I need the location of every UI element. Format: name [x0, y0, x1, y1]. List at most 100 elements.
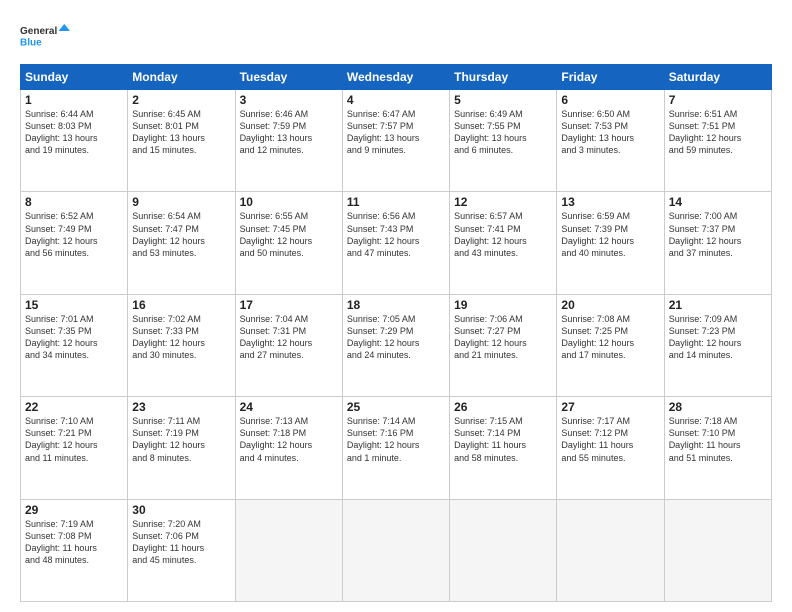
day-info: Sunrise: 6:51 AM Sunset: 7:51 PM Dayligh… — [669, 108, 767, 157]
day-number: 9 — [132, 195, 230, 209]
day-number: 24 — [240, 400, 338, 414]
day-number: 26 — [454, 400, 552, 414]
day-number: 7 — [669, 93, 767, 107]
calendar-cell: 22Sunrise: 7:10 AM Sunset: 7:21 PM Dayli… — [21, 397, 128, 499]
day-number: 14 — [669, 195, 767, 209]
day-number: 28 — [669, 400, 767, 414]
calendar-cell: 21Sunrise: 7:09 AM Sunset: 7:23 PM Dayli… — [664, 294, 771, 396]
day-info: Sunrise: 7:19 AM Sunset: 7:08 PM Dayligh… — [25, 518, 123, 567]
calendar-cell: 4Sunrise: 6:47 AM Sunset: 7:57 PM Daylig… — [342, 90, 449, 192]
day-number: 5 — [454, 93, 552, 107]
col-header-tuesday: Tuesday — [235, 65, 342, 90]
calendar-cell — [342, 499, 449, 601]
calendar-cell: 11Sunrise: 6:56 AM Sunset: 7:43 PM Dayli… — [342, 192, 449, 294]
calendar-cell: 29Sunrise: 7:19 AM Sunset: 7:08 PM Dayli… — [21, 499, 128, 601]
logo: General Blue — [20, 16, 70, 56]
col-header-friday: Friday — [557, 65, 664, 90]
calendar-cell: 1Sunrise: 6:44 AM Sunset: 8:03 PM Daylig… — [21, 90, 128, 192]
day-number: 6 — [561, 93, 659, 107]
calendar-cell: 25Sunrise: 7:14 AM Sunset: 7:16 PM Dayli… — [342, 397, 449, 499]
calendar-cell — [235, 499, 342, 601]
col-header-monday: Monday — [128, 65, 235, 90]
day-info: Sunrise: 7:17 AM Sunset: 7:12 PM Dayligh… — [561, 415, 659, 464]
calendar-cell: 17Sunrise: 7:04 AM Sunset: 7:31 PM Dayli… — [235, 294, 342, 396]
day-info: Sunrise: 7:01 AM Sunset: 7:35 PM Dayligh… — [25, 313, 123, 362]
day-info: Sunrise: 7:13 AM Sunset: 7:18 PM Dayligh… — [240, 415, 338, 464]
day-number: 13 — [561, 195, 659, 209]
day-number: 20 — [561, 298, 659, 312]
calendar-cell: 9Sunrise: 6:54 AM Sunset: 7:47 PM Daylig… — [128, 192, 235, 294]
calendar-cell: 16Sunrise: 7:02 AM Sunset: 7:33 PM Dayli… — [128, 294, 235, 396]
calendar-header-row: SundayMondayTuesdayWednesdayThursdayFrid… — [21, 65, 772, 90]
day-info: Sunrise: 6:46 AM Sunset: 7:59 PM Dayligh… — [240, 108, 338, 157]
svg-text:General: General — [20, 26, 57, 37]
logo-svg: General Blue — [20, 16, 70, 56]
calendar-cell: 20Sunrise: 7:08 AM Sunset: 7:25 PM Dayli… — [557, 294, 664, 396]
day-number: 30 — [132, 503, 230, 517]
day-info: Sunrise: 6:57 AM Sunset: 7:41 PM Dayligh… — [454, 210, 552, 259]
calendar-cell: 26Sunrise: 7:15 AM Sunset: 7:14 PM Dayli… — [450, 397, 557, 499]
calendar-cell: 7Sunrise: 6:51 AM Sunset: 7:51 PM Daylig… — [664, 90, 771, 192]
day-info: Sunrise: 6:54 AM Sunset: 7:47 PM Dayligh… — [132, 210, 230, 259]
day-info: Sunrise: 6:45 AM Sunset: 8:01 PM Dayligh… — [132, 108, 230, 157]
day-number: 16 — [132, 298, 230, 312]
calendar-cell: 13Sunrise: 6:59 AM Sunset: 7:39 PM Dayli… — [557, 192, 664, 294]
day-number: 11 — [347, 195, 445, 209]
calendar-cell: 8Sunrise: 6:52 AM Sunset: 7:49 PM Daylig… — [21, 192, 128, 294]
calendar-cell: 15Sunrise: 7:01 AM Sunset: 7:35 PM Dayli… — [21, 294, 128, 396]
day-number: 18 — [347, 298, 445, 312]
day-number: 23 — [132, 400, 230, 414]
day-info: Sunrise: 7:09 AM Sunset: 7:23 PM Dayligh… — [669, 313, 767, 362]
day-number: 21 — [669, 298, 767, 312]
calendar-cell: 5Sunrise: 6:49 AM Sunset: 7:55 PM Daylig… — [450, 90, 557, 192]
calendar-week-1: 1Sunrise: 6:44 AM Sunset: 8:03 PM Daylig… — [21, 90, 772, 192]
day-info: Sunrise: 7:11 AM Sunset: 7:19 PM Dayligh… — [132, 415, 230, 464]
day-number: 29 — [25, 503, 123, 517]
calendar-cell: 6Sunrise: 6:50 AM Sunset: 7:53 PM Daylig… — [557, 90, 664, 192]
calendar-cell — [557, 499, 664, 601]
svg-text:Blue: Blue — [20, 37, 42, 48]
calendar-cell: 28Sunrise: 7:18 AM Sunset: 7:10 PM Dayli… — [664, 397, 771, 499]
calendar-week-3: 15Sunrise: 7:01 AM Sunset: 7:35 PM Dayli… — [21, 294, 772, 396]
day-info: Sunrise: 7:06 AM Sunset: 7:27 PM Dayligh… — [454, 313, 552, 362]
day-info: Sunrise: 7:05 AM Sunset: 7:29 PM Dayligh… — [347, 313, 445, 362]
day-number: 19 — [454, 298, 552, 312]
day-number: 25 — [347, 400, 445, 414]
calendar-cell: 27Sunrise: 7:17 AM Sunset: 7:12 PM Dayli… — [557, 397, 664, 499]
day-info: Sunrise: 7:14 AM Sunset: 7:16 PM Dayligh… — [347, 415, 445, 464]
calendar-table: SundayMondayTuesdayWednesdayThursdayFrid… — [20, 64, 772, 602]
calendar-week-4: 22Sunrise: 7:10 AM Sunset: 7:21 PM Dayli… — [21, 397, 772, 499]
day-info: Sunrise: 6:50 AM Sunset: 7:53 PM Dayligh… — [561, 108, 659, 157]
day-info: Sunrise: 6:47 AM Sunset: 7:57 PM Dayligh… — [347, 108, 445, 157]
day-number: 1 — [25, 93, 123, 107]
day-number: 27 — [561, 400, 659, 414]
calendar-cell: 10Sunrise: 6:55 AM Sunset: 7:45 PM Dayli… — [235, 192, 342, 294]
day-info: Sunrise: 7:10 AM Sunset: 7:21 PM Dayligh… — [25, 415, 123, 464]
calendar-cell: 19Sunrise: 7:06 AM Sunset: 7:27 PM Dayli… — [450, 294, 557, 396]
calendar-cell: 12Sunrise: 6:57 AM Sunset: 7:41 PM Dayli… — [450, 192, 557, 294]
day-info: Sunrise: 6:49 AM Sunset: 7:55 PM Dayligh… — [454, 108, 552, 157]
day-number: 2 — [132, 93, 230, 107]
col-header-wednesday: Wednesday — [342, 65, 449, 90]
day-number: 17 — [240, 298, 338, 312]
day-number: 10 — [240, 195, 338, 209]
page: General Blue SundayMondayTuesdayWednesda… — [0, 0, 792, 612]
calendar-cell: 23Sunrise: 7:11 AM Sunset: 7:19 PM Dayli… — [128, 397, 235, 499]
calendar-cell: 14Sunrise: 7:00 AM Sunset: 7:37 PM Dayli… — [664, 192, 771, 294]
day-number: 8 — [25, 195, 123, 209]
calendar-week-2: 8Sunrise: 6:52 AM Sunset: 7:49 PM Daylig… — [21, 192, 772, 294]
day-number: 15 — [25, 298, 123, 312]
day-info: Sunrise: 6:59 AM Sunset: 7:39 PM Dayligh… — [561, 210, 659, 259]
calendar-week-5: 29Sunrise: 7:19 AM Sunset: 7:08 PM Dayli… — [21, 499, 772, 601]
day-info: Sunrise: 6:56 AM Sunset: 7:43 PM Dayligh… — [347, 210, 445, 259]
day-info: Sunrise: 7:04 AM Sunset: 7:31 PM Dayligh… — [240, 313, 338, 362]
day-info: Sunrise: 7:18 AM Sunset: 7:10 PM Dayligh… — [669, 415, 767, 464]
day-info: Sunrise: 6:55 AM Sunset: 7:45 PM Dayligh… — [240, 210, 338, 259]
day-number: 3 — [240, 93, 338, 107]
calendar-cell: 2Sunrise: 6:45 AM Sunset: 8:01 PM Daylig… — [128, 90, 235, 192]
day-number: 4 — [347, 93, 445, 107]
day-info: Sunrise: 6:52 AM Sunset: 7:49 PM Dayligh… — [25, 210, 123, 259]
calendar-cell: 30Sunrise: 7:20 AM Sunset: 7:06 PM Dayli… — [128, 499, 235, 601]
day-info: Sunrise: 7:02 AM Sunset: 7:33 PM Dayligh… — [132, 313, 230, 362]
day-info: Sunrise: 7:20 AM Sunset: 7:06 PM Dayligh… — [132, 518, 230, 567]
